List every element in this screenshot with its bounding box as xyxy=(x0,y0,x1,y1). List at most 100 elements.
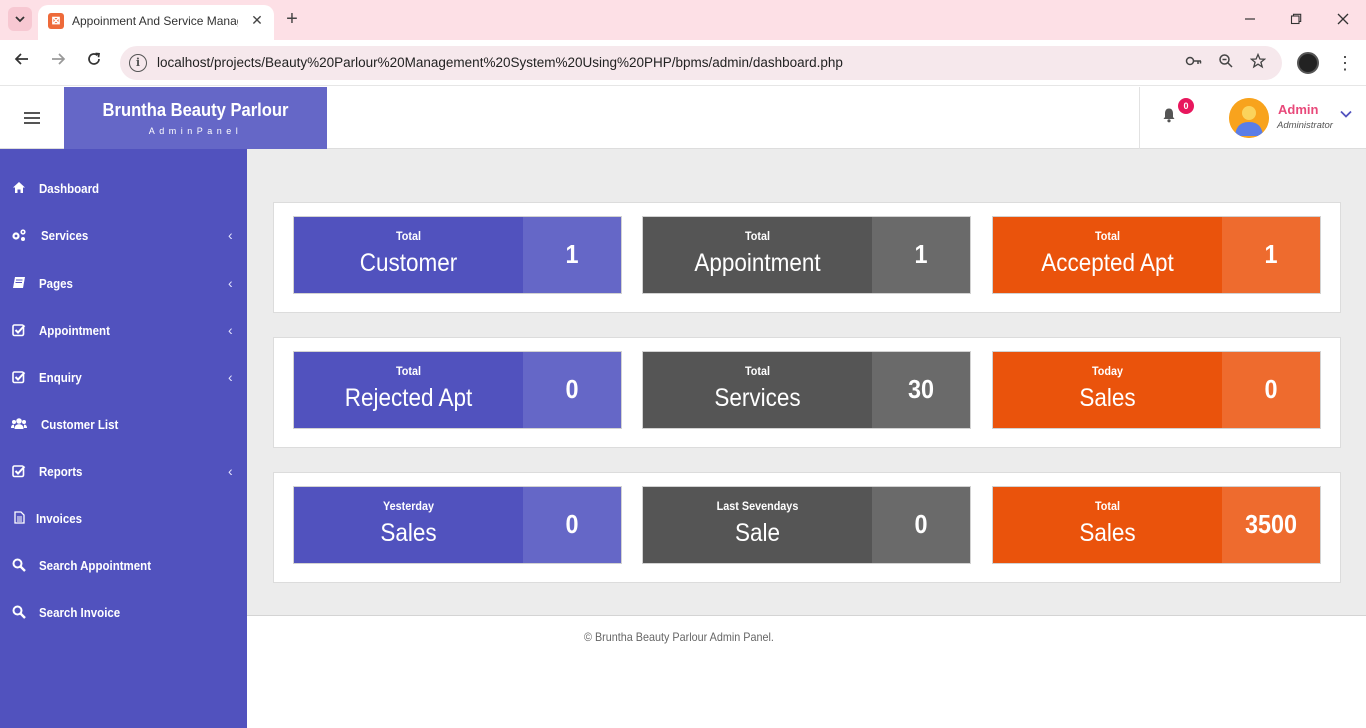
chevron-down-icon[interactable] xyxy=(1339,107,1353,121)
card-title: Sales xyxy=(380,519,437,547)
sidebar-item-pages[interactable]: Pages ‹ xyxy=(0,264,247,304)
card-small-label: Total xyxy=(395,229,422,243)
card-value: 3500 xyxy=(1244,509,1298,539)
card-value-area: 3500 xyxy=(1222,487,1320,563)
sidebar-item-search-invoice[interactable]: Search Invoice xyxy=(0,593,247,633)
browser-tab[interactable]: ⊠ Appoinment And Service Management ✕ xyxy=(38,5,274,40)
user-role: Administrator xyxy=(1277,120,1333,131)
zoom-icon[interactable] xyxy=(1216,53,1236,73)
forward-button[interactable] xyxy=(46,51,70,75)
user-name[interactable]: Admin xyxy=(1278,102,1318,117)
sidebar-item-label: Invoices xyxy=(36,512,83,526)
avatar[interactable] xyxy=(1229,98,1269,138)
card-title: Accepted Apt xyxy=(1041,249,1174,277)
sidebar-item-label: Appointment xyxy=(39,324,110,338)
sidebar: Dashboard Services ‹ Pages ‹ Appointment… xyxy=(0,149,247,728)
brand-logo[interactable]: Bruntha Beauty Parlour AdminPanel xyxy=(64,87,327,149)
sidebar-item-enquiry[interactable]: Enquiry ‹ xyxy=(0,358,247,398)
card-small-label: Total xyxy=(1094,499,1121,513)
sidebar-item-services[interactable]: Services ‹ xyxy=(0,216,247,256)
card-total-appointment[interactable]: Total Appointment 1 xyxy=(642,216,971,294)
sidebar-item-label: Dashboard xyxy=(39,182,100,196)
sidebar-item-dashboard[interactable]: Dashboard xyxy=(0,169,247,209)
card-value-area: 30 xyxy=(872,352,970,428)
card-value: 0 xyxy=(565,509,579,539)
card-label-area: Total Customer xyxy=(294,217,523,293)
chevron-down-icon xyxy=(15,16,25,23)
card-today-sales[interactable]: Today Sales 0 xyxy=(992,351,1321,429)
card-label-area: Total Rejected Apt xyxy=(294,352,523,428)
card-value-area: 0 xyxy=(872,487,970,563)
minimize-button[interactable] xyxy=(1238,8,1262,32)
footer-copyright: © Bruntha Beauty Parlour Admin Panel. xyxy=(584,630,774,644)
card-value-area: 0 xyxy=(523,352,621,428)
card-small-label: Total xyxy=(744,364,771,378)
stats-panel-row-3: Yesterday Sales 0 Last Sevendays Sale 0 … xyxy=(273,472,1341,583)
reload-icon xyxy=(88,52,100,65)
app-header: Bruntha Beauty Parlour AdminPanel 0 Admi… xyxy=(0,87,1366,149)
card-total-sales[interactable]: Total Sales 3500 xyxy=(992,486,1321,564)
card-small-label: Today xyxy=(1091,364,1123,378)
browser-toolbar: i localhost/projects/Beauty%20Parlour%20… xyxy=(0,40,1366,86)
card-label-area: Last Sevendays Sale xyxy=(643,487,872,563)
card-yesterday-sales[interactable]: Yesterday Sales 0 xyxy=(293,486,622,564)
card-title: Sales xyxy=(1079,384,1136,412)
card-label-area: Total Accepted Apt xyxy=(993,217,1222,293)
card-total-customer[interactable]: Total Customer 1 xyxy=(293,216,622,294)
address-bar[interactable]: i localhost/projects/Beauty%20Parlour%20… xyxy=(120,46,1282,80)
brand-subtitle: AdminPanel xyxy=(148,126,243,136)
card-last-seven-days-sale[interactable]: Last Sevendays Sale 0 xyxy=(642,486,971,564)
card-value: 30 xyxy=(907,374,935,404)
site-info-icon[interactable]: i xyxy=(129,54,147,72)
notification-badge[interactable]: 0 xyxy=(1178,98,1194,114)
tab-close-icon[interactable]: ✕ xyxy=(248,11,266,29)
tab-search-button[interactable] xyxy=(8,7,32,31)
card-total-services[interactable]: Total Services 30 xyxy=(642,351,971,429)
card-small-label: Last Sevendays xyxy=(716,499,799,513)
url-text[interactable]: localhost/projects/Beauty%20Parlour%20Ma… xyxy=(157,55,843,70)
header-divider xyxy=(1139,87,1140,149)
search-icon xyxy=(11,558,27,574)
sidebar-item-label: Reports xyxy=(39,465,83,479)
card-label-area: Total Services xyxy=(643,352,872,428)
chevron-left-icon: ‹ xyxy=(228,369,233,385)
sidebar-item-invoices[interactable]: Invoices xyxy=(0,499,247,539)
bookmark-star-icon[interactable] xyxy=(1248,52,1268,73)
close-window-button[interactable] xyxy=(1331,8,1355,32)
card-title: Appointment xyxy=(694,249,821,277)
browser-menu-icon[interactable]: ⋮ xyxy=(1336,51,1354,75)
new-tab-button[interactable]: + xyxy=(282,9,302,29)
sidebar-item-label: Search Appointment xyxy=(39,559,152,573)
tab-title: Appoinment And Service Management xyxy=(72,14,238,28)
card-small-label: Total xyxy=(1094,229,1121,243)
back-button[interactable] xyxy=(10,51,34,75)
stats-panel-row-2: Total Rejected Apt 0 Total Services 30 T… xyxy=(273,337,1341,448)
restore-button[interactable] xyxy=(1284,8,1308,32)
profile-avatar-icon[interactable] xyxy=(1297,52,1319,74)
card-total-rejected-apt[interactable]: Total Rejected Apt 0 xyxy=(293,351,622,429)
card-value-area: 1 xyxy=(872,217,970,293)
xampp-favicon-icon: ⊠ xyxy=(48,13,64,29)
bell-icon[interactable] xyxy=(1162,107,1180,127)
card-title: Customer xyxy=(359,249,458,277)
brand-title: Bruntha Beauty Parlour xyxy=(102,100,289,120)
sidebar-item-customer-list[interactable]: Customer List xyxy=(0,405,247,445)
chevron-left-icon: ‹ xyxy=(228,322,233,338)
card-total-accepted-apt[interactable]: Total Accepted Apt 1 xyxy=(992,216,1321,294)
book-icon xyxy=(11,276,27,292)
check-square-icon xyxy=(11,370,27,386)
menu-toggle-button[interactable] xyxy=(0,87,64,149)
card-value-area: 0 xyxy=(1222,352,1320,428)
card-label-area: Total Sales xyxy=(993,487,1222,563)
arrow-left-icon xyxy=(14,53,28,65)
arrow-right-icon xyxy=(52,53,66,65)
card-value: 1 xyxy=(565,239,579,269)
sidebar-item-reports[interactable]: Reports ‹ xyxy=(0,452,247,492)
main-content: Total Customer 1 Total Appointment 1 Tot… xyxy=(247,149,1366,616)
sidebar-item-search-appointment[interactable]: Search Appointment xyxy=(0,546,247,586)
check-square-icon xyxy=(11,323,27,339)
sidebar-item-appointment[interactable]: Appointment ‹ xyxy=(0,311,247,351)
card-value-area: 1 xyxy=(1222,217,1320,293)
password-key-icon[interactable] xyxy=(1184,53,1204,73)
reload-button[interactable] xyxy=(82,51,106,75)
